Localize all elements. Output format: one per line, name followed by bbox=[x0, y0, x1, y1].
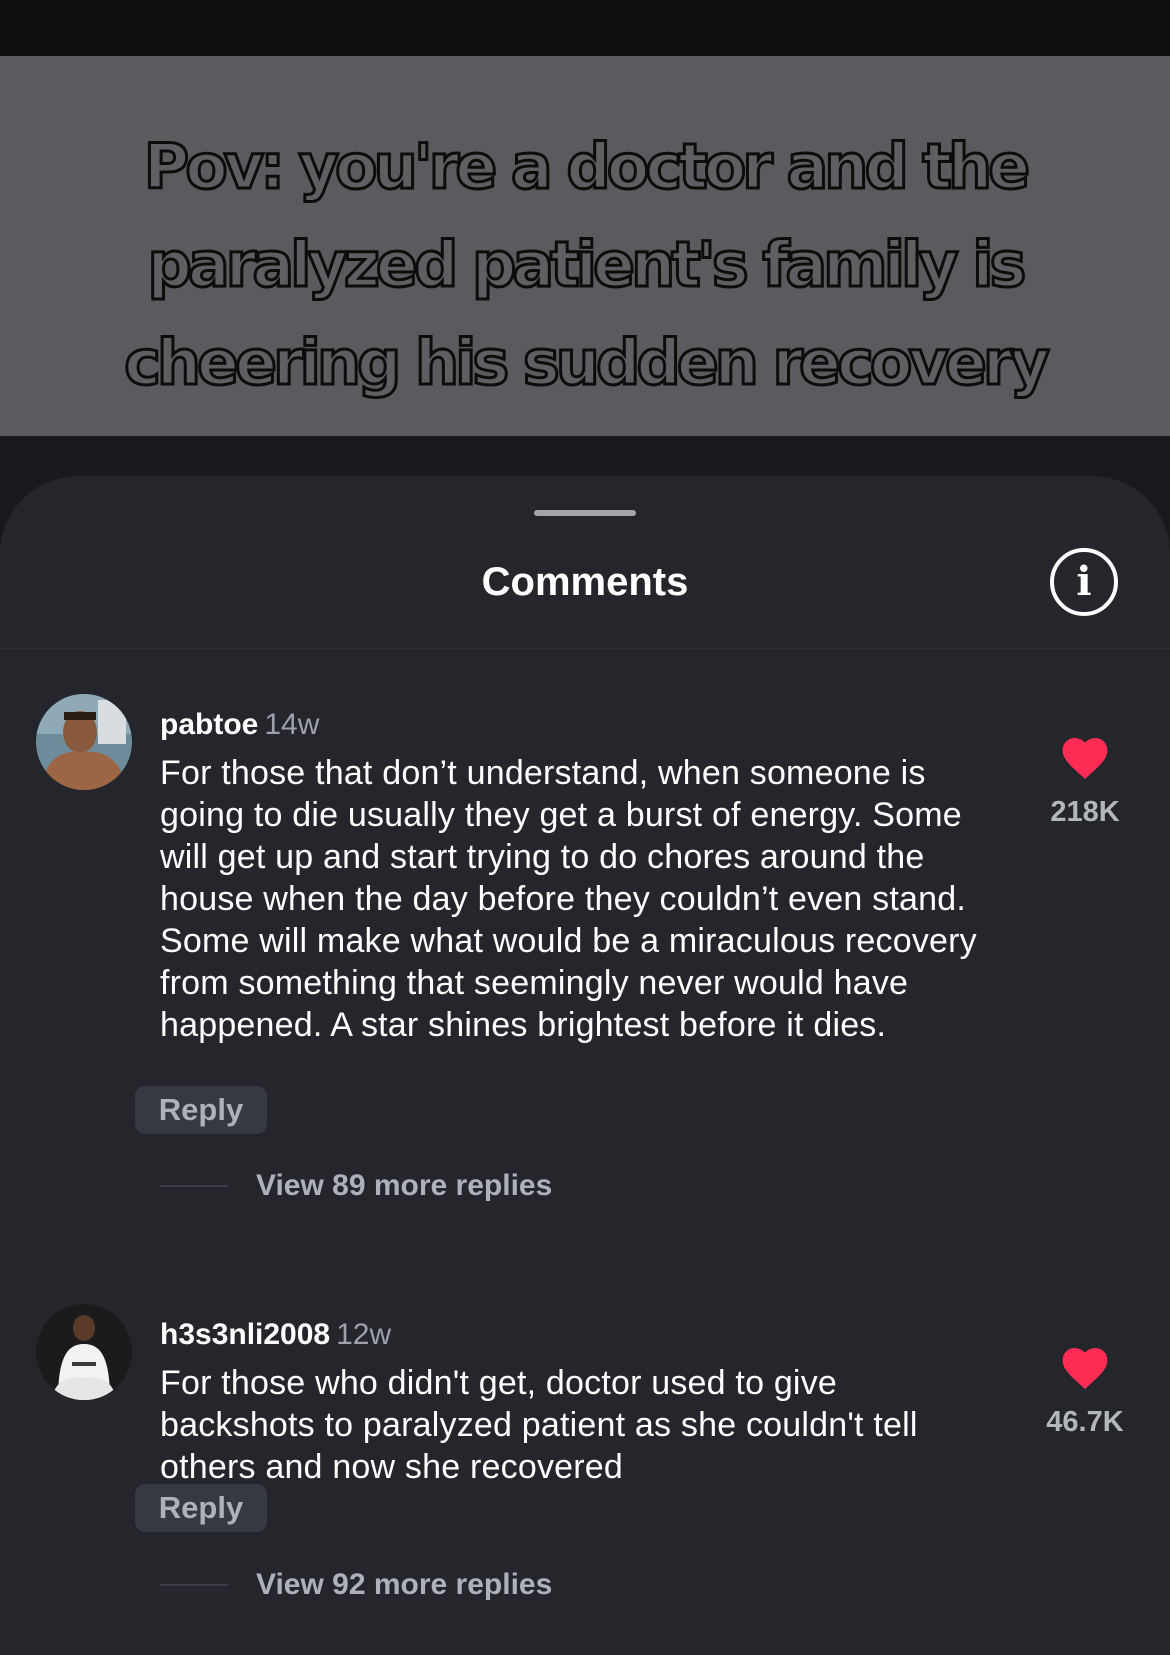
heart-icon bbox=[1062, 1348, 1108, 1389]
like-count: 46.7K bbox=[1046, 1406, 1124, 1438]
like-button[interactable]: 46.7K bbox=[1030, 1346, 1140, 1439]
avatar[interactable] bbox=[36, 694, 132, 790]
replies-divider-line bbox=[160, 1584, 228, 1586]
username[interactable]: h3s3nli2008 bbox=[160, 1318, 330, 1351]
info-button[interactable]: i bbox=[1050, 548, 1118, 616]
info-icon: i bbox=[1076, 558, 1092, 605]
view-replies-link[interactable]: View 89 more replies bbox=[160, 1166, 552, 1206]
video-frame[interactable]: Pov: you're a doctor and the paralyzed p… bbox=[0, 56, 1170, 436]
username[interactable]: pabtoe bbox=[160, 708, 258, 741]
like-count: 218K bbox=[1050, 796, 1120, 828]
view-replies-link[interactable]: View 92 more replies bbox=[160, 1565, 552, 1605]
heart-icon bbox=[1062, 738, 1108, 779]
view-replies-label: View 89 more replies bbox=[256, 1169, 553, 1202]
comments-sheet: Comments i pabtoe 14w For those that don’… bbox=[0, 476, 1170, 1655]
like-button[interactable]: 218K bbox=[1030, 736, 1140, 829]
video-caption: Pov: you're a doctor and the paralyzed p… bbox=[123, 129, 1052, 401]
comment-age: 14w bbox=[264, 708, 320, 741]
view-replies-label: View 92 more replies bbox=[256, 1568, 553, 1601]
reply-button[interactable]: Reply bbox=[135, 1086, 267, 1134]
avatar[interactable] bbox=[36, 1304, 132, 1400]
comment-text: For those who didn't get, doctor used to… bbox=[160, 1364, 918, 1486]
comment-text: For those that don’t understand, when so… bbox=[160, 754, 977, 1044]
comment-age: 12w bbox=[336, 1318, 392, 1351]
header-divider bbox=[0, 648, 1170, 649]
sheet-grabber-handle[interactable] bbox=[534, 510, 636, 516]
reply-button[interactable]: Reply bbox=[135, 1484, 267, 1532]
sheet-title: Comments bbox=[481, 560, 689, 604]
comment-meta: h3s3nli2008 12w bbox=[160, 1318, 391, 1352]
status-bar-area bbox=[0, 0, 1170, 56]
comment-meta: pabtoe 14w bbox=[160, 708, 319, 742]
replies-divider-line bbox=[160, 1185, 228, 1187]
